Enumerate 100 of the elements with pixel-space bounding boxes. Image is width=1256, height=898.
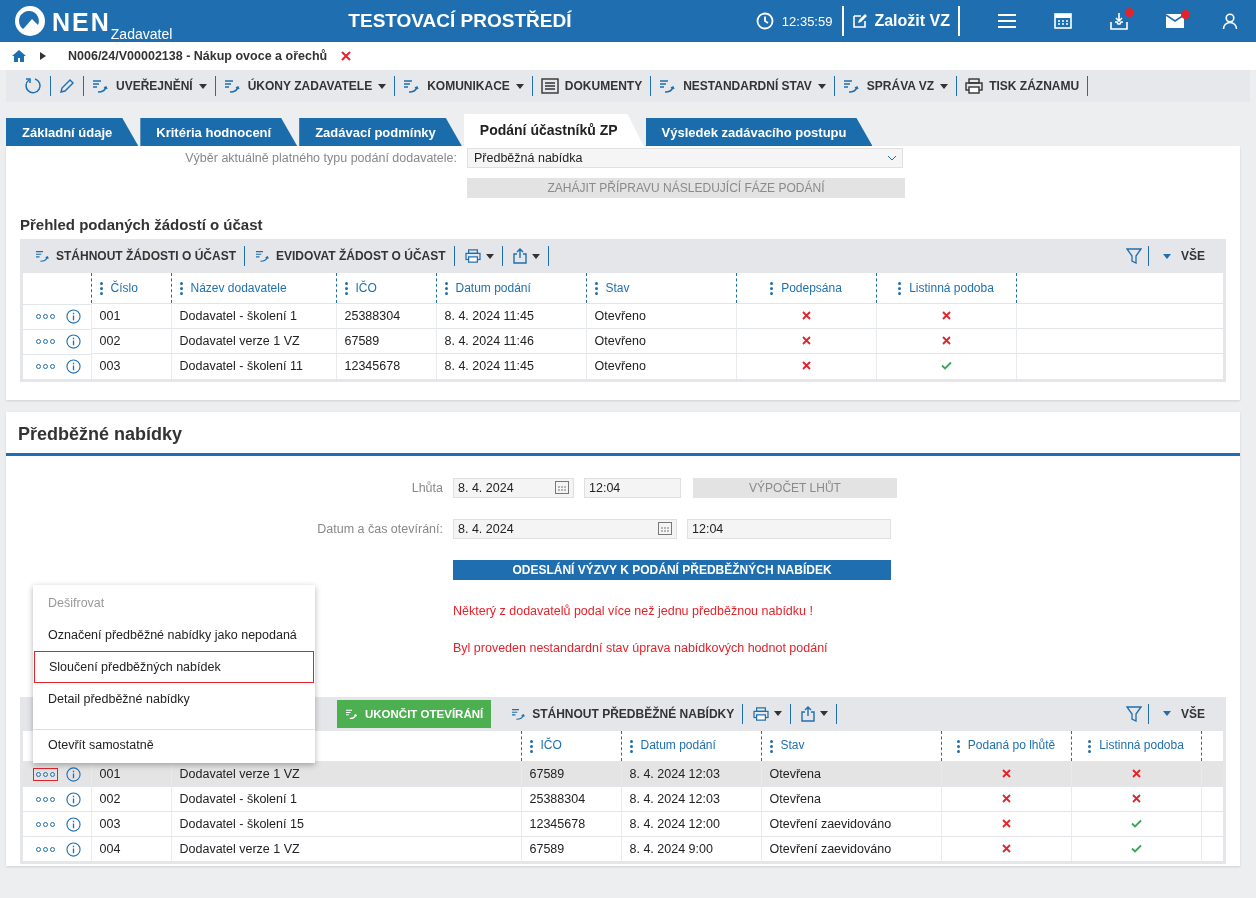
- table-row[interactable]: 002 Dodavatel - školení 1 25388304 8. 4. 2024 12:03 Otevřena: [23, 786, 1223, 811]
- kebab-icon[interactable]: [529, 739, 533, 753]
- kebab-icon[interactable]: [769, 739, 773, 753]
- table-cell: 002: [99, 334, 121, 348]
- filter-icon[interactable]: [1126, 248, 1142, 264]
- edit-icon: [852, 13, 869, 29]
- table-row[interactable]: 004 Dodavatel verze 1 VZ 67589 8. 4. 2024 9:00 Otevření zaevidováno: [23, 836, 1223, 861]
- table-cell: Dodavatel verze 1 VZ: [179, 766, 300, 781]
- lines-arrow-icon: [92, 78, 110, 94]
- kebab-icon[interactable]: [629, 739, 633, 753]
- column-header[interactable]: Stav: [605, 280, 630, 295]
- menu-item[interactable]: Detail předběžné nabídky: [33, 682, 315, 715]
- kebab-icon[interactable]: [770, 282, 774, 296]
- kebab-icon[interactable]: [594, 282, 598, 296]
- calendar-icon[interactable]: [555, 481, 569, 494]
- caret-icon: [1163, 253, 1171, 259]
- table-row[interactable]: 001 Dodavatel verze 1 VZ 67589 8. 4. 2024 12:03 Otevřena: [23, 761, 1223, 786]
- lines-arrow-icon: [659, 78, 678, 94]
- info-icon[interactable]: [66, 816, 81, 832]
- dropdown-field[interactable]: Předběžná nabídka: [467, 148, 903, 168]
- info-icon[interactable]: [66, 359, 81, 374]
- table-cell: Dodavatel verze 1 VZ: [179, 841, 300, 856]
- menu-icon[interactable]: [998, 13, 1016, 29]
- tab[interactable]: Kritéria hodnocení: [140, 118, 298, 146]
- menu-item[interactable]: Označení předběžné nabídky jako nepodaná: [33, 618, 315, 651]
- date-field[interactable]: 8. 4. 2024: [453, 477, 574, 498]
- breadcrumb-item[interactable]: N006/24/V00002138 - Nákup ovoce a ořechů: [68, 49, 328, 63]
- table-action-button[interactable]: EVIDOVAT ŽÁDOST O ÚČAST: [251, 246, 455, 266]
- section-title: Přehled podaných žádostí o účast: [20, 216, 264, 233]
- info-icon[interactable]: [66, 334, 81, 349]
- info-icon[interactable]: [66, 766, 81, 782]
- info-icon[interactable]: [66, 309, 81, 324]
- date-field[interactable]: 8. 4. 2024: [453, 518, 677, 539]
- table-cell: Otevřena: [769, 766, 821, 781]
- toolbar-button[interactable]: UVEŘEJNĚNÍ: [84, 71, 215, 101]
- info-icon[interactable]: [66, 841, 81, 857]
- menu-item[interactable]: Sloučení předběžných nabídek: [34, 650, 314, 683]
- printer-icon: [753, 706, 770, 721]
- kebab-icon[interactable]: [344, 282, 348, 296]
- logo-icon: [14, 5, 46, 37]
- warning-message: Byl proveden nestandardní stav úprava nabídkových hodnot podání: [453, 640, 828, 655]
- table-cell: 003: [99, 816, 121, 831]
- environment-title: TESTOVACÍ PROSTŘEDÍ: [347, 10, 573, 32]
- lines-arrow-icon: [255, 249, 271, 263]
- toolbar-button[interactable]: DOKUMENTY: [532, 71, 651, 101]
- tab[interactable]: Zadávací podmínky: [299, 118, 462, 146]
- table-cell: 8. 4. 2024 11:45: [444, 359, 534, 374]
- table-cell: Dodavatel - školení 15: [179, 816, 304, 831]
- column-header[interactable]: Stav: [780, 738, 805, 753]
- info-icon[interactable]: [66, 791, 81, 807]
- toolbar-button[interactable]: ÚKONY ZADAVATELE: [215, 71, 395, 101]
- column-header[interactable]: IČO: [355, 280, 377, 295]
- time-field[interactable]: 12:04: [584, 477, 681, 498]
- field-label: Lhůta: [410, 480, 443, 495]
- filter-icon[interactable]: [1126, 705, 1142, 722]
- toolbar-button[interactable]: SPRÁVA VZ: [834, 71, 957, 101]
- table-action-button[interactable]: STÁHNOUT ŽÁDOSTI O ÚČAST: [31, 246, 245, 266]
- table-cell: Otevřeno: [594, 359, 646, 374]
- filter-dropdown[interactable]: VŠE: [1148, 246, 1213, 266]
- time-field[interactable]: 12:04: [687, 518, 891, 539]
- menu-item[interactable]: Otevřít samostatně: [33, 728, 315, 761]
- calendar-icon[interactable]: [658, 522, 672, 535]
- lines-arrow-icon: [223, 78, 242, 94]
- toolbar-button[interactable]: KOMUNIKACE: [395, 71, 532, 101]
- table-cell: 8. 4. 2024 11:46: [444, 334, 534, 348]
- row-actions-icon[interactable]: [33, 767, 58, 781]
- tab[interactable]: Výsledek zadávacího postupu: [645, 118, 873, 146]
- table-cell: Otevření zaevidováno: [769, 816, 892, 831]
- mail-icon[interactable]: [1166, 14, 1184, 28]
- kebab-icon[interactable]: [99, 282, 103, 296]
- user-icon[interactable]: [1222, 13, 1238, 29]
- table-row[interactable]: 003 Dodavatel - školení 15 12345678 8. 4. 2024 12:00 Otevření zaevidováno: [23, 811, 1223, 836]
- table-cell: 25388304: [529, 791, 586, 806]
- kebab-icon[interactable]: [1088, 739, 1092, 753]
- caret-icon: [1163, 711, 1171, 716]
- send-invitation-button[interactable]: ODESLÁNÍ VÝZVY K PODÁNÍ PŘEDBĚŽNÝCH NABÍDEK: [453, 559, 891, 580]
- kebab-icon[interactable]: [179, 282, 183, 296]
- table-action-button[interactable]: STÁHNOUT PŘEDBĚŽNÉ NABÍDKY: [507, 703, 744, 724]
- tab[interactable]: Základní údaje: [6, 118, 139, 146]
- table-cell: Dodavatel - školení 1: [179, 309, 297, 323]
- filter-dropdown[interactable]: VŠE: [1148, 703, 1213, 724]
- clock-icon: [755, 12, 774, 30]
- create-button[interactable]: Založit VZ: [852, 12, 950, 30]
- toolbar-button[interactable]: TISK ZÁZNAMU: [957, 71, 1088, 101]
- column-header[interactable]: IČO: [540, 738, 562, 753]
- column-header[interactable]: Číslo: [110, 280, 138, 295]
- toolbar-button[interactable]: NESTANDARDNÍ STAV: [651, 71, 834, 101]
- table-cell: 8. 4. 2024 9:00: [629, 841, 713, 856]
- role-label: Zadavatel: [110, 27, 173, 41]
- lines-arrow-icon: [35, 249, 51, 263]
- warning-message: Některý z dodavatelů podal více než jednu předběžnou nabídku !: [453, 603, 813, 618]
- kebab-icon[interactable]: [444, 282, 448, 296]
- section-title: Předběžné nabídky: [6, 411, 1240, 456]
- kebab-icon[interactable]: [898, 282, 902, 296]
- close-icon[interactable]: [341, 51, 352, 61]
- tab[interactable]: Podání účastníků ZP: [463, 114, 644, 146]
- home-icon[interactable]: [12, 50, 26, 62]
- table-cell: 67589: [529, 766, 565, 781]
- inbox-icon[interactable]: [1110, 12, 1128, 30]
- kebab-icon[interactable]: [956, 739, 960, 753]
